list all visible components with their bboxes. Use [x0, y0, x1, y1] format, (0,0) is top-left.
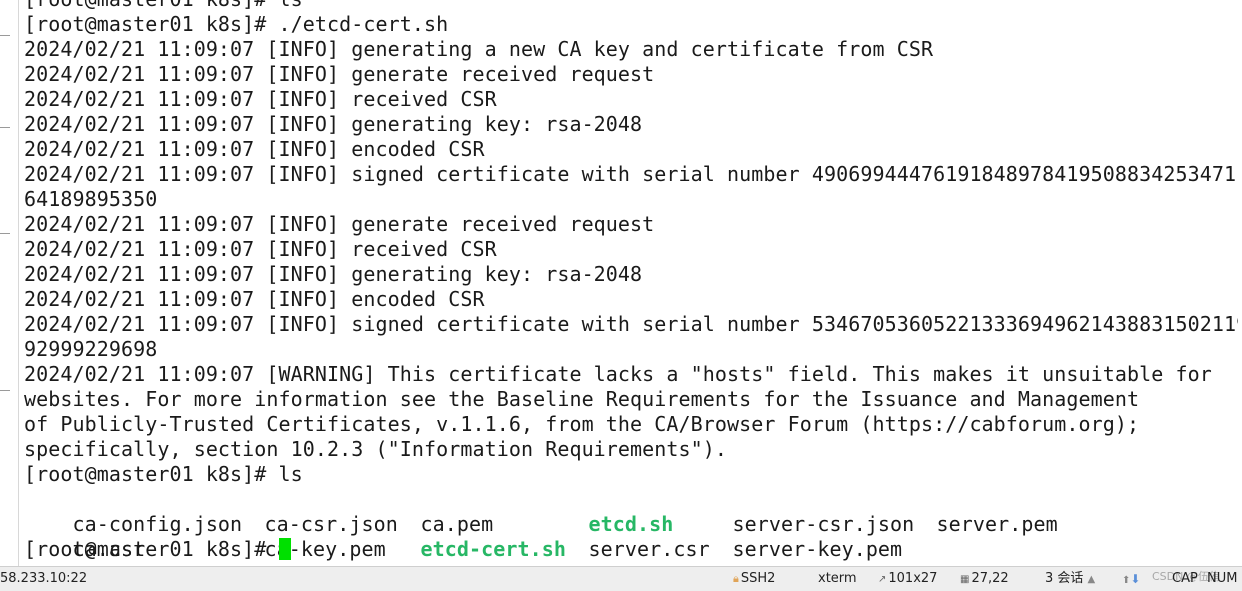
- lock-icon: 🔒︎: [733, 572, 739, 585]
- status-protocol: 🔒︎ SSH2: [733, 571, 776, 586]
- ls-file: ca-config.json: [72, 512, 243, 536]
- terminal-line: 2024/02/21 11:09:07 [INFO] signed certif…: [24, 312, 1238, 336]
- terminal-cursor: [278, 538, 291, 560]
- download-icon: ⬇: [1130, 572, 1141, 586]
- terminal-output[interactable]: [root@master01 k8s]# ls [root@master01 k…: [24, 0, 1238, 566]
- terminal-line: [root@master01 k8s]# ./etcd-cert.sh: [24, 12, 449, 36]
- status-terminal-type: xterm: [818, 571, 857, 586]
- terminal-line: 2024/02/21 11:09:07 [INFO] generating ke…: [24, 262, 643, 286]
- shell-prompt: [root@master01 k8s]#: [24, 537, 279, 561]
- resize-icon: ↗: [878, 574, 887, 585]
- terminal-line: of Publicly-Trusted Certificates, v.1.1.…: [24, 412, 1140, 436]
- status-sessions[interactable]: 3 会话 ▲: [1045, 571, 1095, 588]
- terminal-line: 2024/02/21 11:09:07 [INFO] generate rece…: [24, 212, 655, 236]
- ls-file: server.pem: [936, 512, 1058, 536]
- gutter-tick: [0, 233, 10, 234]
- terminal-line: 2024/02/21 11:09:07 [INFO] generating ke…: [24, 112, 643, 136]
- terminal-line: 2024/02/21 11:09:07 [INFO] generate rece…: [24, 62, 655, 86]
- gutter-tick: [0, 35, 10, 36]
- ls-file: server.csr: [588, 537, 710, 561]
- status-cursor-position: ▦ 27,22: [960, 571, 1009, 586]
- ls-executable: etcd.sh: [588, 512, 674, 536]
- terminal-line: 2024/02/21 11:09:07 [INFO] encoded CSR: [24, 137, 485, 161]
- terminal-line: 2024/02/21 11:09:07 [INFO] generating a …: [24, 37, 934, 61]
- ls-file: server-csr.json: [732, 512, 915, 536]
- ls-output-row: ca-config.json ca-csr.json ca.pem etcd.sh se…: [24, 487, 1238, 536]
- status-bar: 58.233.10:22 🔒︎ SSH2 xterm ↗ 101x27 ▦ 27,22…: [0, 566, 1242, 591]
- gutter-tick: [0, 390, 10, 391]
- terminal-line: 64189895350: [24, 187, 158, 211]
- gutter-tick: [0, 127, 10, 128]
- terminal-line: 2024/02/21 11:09:07 [INFO] encoded CSR: [24, 287, 485, 311]
- terminal-line: 2024/02/21 11:09:07 [WARNING] This certi…: [24, 362, 1212, 386]
- terminal-line: websites. For more information see the B…: [24, 387, 1140, 411]
- terminal-line: 2024/02/21 11:09:07 [INFO] received CSR: [24, 237, 497, 261]
- terminal-line: specifically, section 10.2.3 ("Informati…: [24, 437, 728, 461]
- ls-executable: etcd-cert.sh: [420, 537, 566, 561]
- status-transfer-arrows: ⬆⬇: [1122, 571, 1140, 589]
- status-caps: CAP: [1172, 571, 1198, 586]
- status-window-size: ↗ 101x27: [878, 571, 938, 586]
- left-gutter: [0, 0, 19, 566]
- terminal-line: [root@master01 k8s]# ls: [24, 0, 1238, 12]
- terminal-line: 92999229698: [24, 337, 158, 361]
- position-icon: ▦: [960, 574, 970, 585]
- status-host: 58.233.10:22: [0, 571, 88, 586]
- ls-file: ca.pem: [420, 512, 494, 536]
- ls-file: server-key.pem: [732, 537, 903, 561]
- chevron-up-icon: ▲: [1087, 574, 1096, 585]
- status-num: NUM: [1207, 571, 1238, 586]
- ls-file: ca-csr.json: [264, 512, 398, 536]
- terminal-line: 2024/02/21 11:09:07 [INFO] received CSR: [24, 87, 497, 111]
- terminal-line: 2024/02/21 11:09:07 [INFO] signed certif…: [24, 162, 1238, 186]
- terminal-line: [root@master01 k8s]# ls: [24, 462, 303, 486]
